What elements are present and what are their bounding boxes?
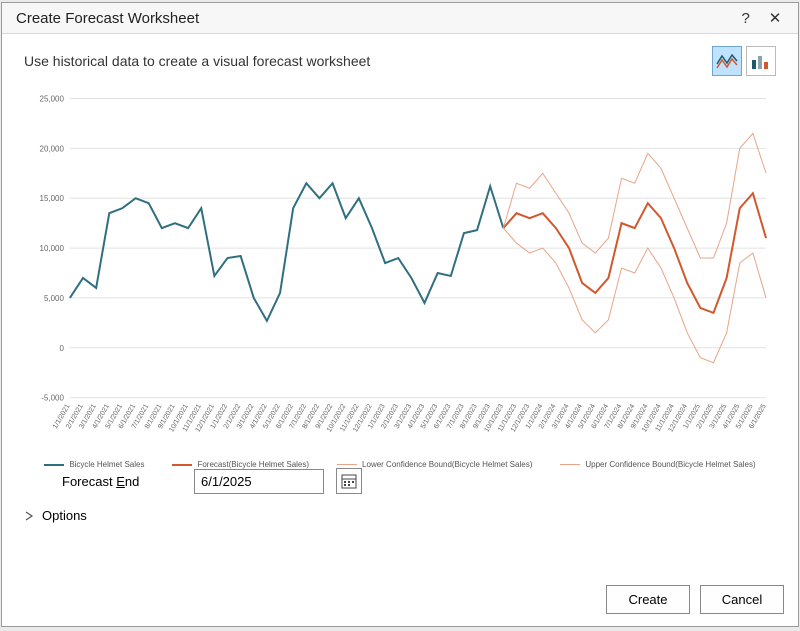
column-chart-button[interactable] [746,46,776,76]
options-label: Options [42,508,87,523]
dialog-title: Create Forecast Worksheet [16,10,733,27]
calendar-icon [341,473,357,489]
legend-actual: Bicycle Helmet Sales [44,460,144,469]
svg-text:15,000: 15,000 [40,194,65,203]
chevron-right-icon [24,511,34,521]
create-button[interactable]: Create [606,585,690,614]
close-button[interactable]: ✕ [762,9,788,27]
spacer [2,523,798,573]
forecast-end-label: Forecast End [62,474,182,489]
titlebar: Create Forecast Worksheet ? ✕ [2,3,798,34]
legend-lower: Lower Confidence Bound(Bicycle Helmet Sa… [337,460,532,469]
svg-text:10,000: 10,000 [40,244,65,253]
chart-area: -5,00005,00010,00015,00020,00025,000 1/1… [24,88,776,458]
window-buttons: ? ✕ [733,9,788,27]
forecast-dialog: Create Forecast Worksheet ? ✕ Use histor… [1,2,799,627]
options-toggle[interactable]: Options [24,508,776,523]
forecast-end-input[interactable] [194,469,324,494]
chart-legend: Bicycle Helmet Sales Forecast(Bicycle He… [24,460,776,469]
column-chart-icon [750,52,772,70]
subtitle: Use historical data to create a visual f… [24,53,712,69]
svg-text:20,000: 20,000 [40,144,65,153]
date-picker-button[interactable] [336,468,362,494]
svg-text:5,000: 5,000 [44,294,65,303]
forecast-chart: -5,00005,00010,00015,00020,00025,000 1/1… [24,88,776,458]
line-chart-icon [716,52,738,70]
svg-text:0: 0 [59,344,64,353]
help-button[interactable]: ? [733,10,759,27]
legend-forecast: Forecast(Bicycle Helmet Sales) [172,460,309,469]
svg-text:-5,000: -5,000 [41,394,64,403]
forecast-end-row: Forecast End [62,468,776,494]
subheader: Use historical data to create a visual f… [2,34,798,76]
svg-text:25,000: 25,000 [40,94,65,103]
cancel-button[interactable]: Cancel [700,585,784,614]
dialog-footer: Create Cancel [2,573,798,626]
line-chart-button[interactable] [712,46,742,76]
legend-upper: Upper Confidence Bound(Bicycle Helmet Sa… [560,460,755,469]
chart-type-buttons [712,46,776,76]
